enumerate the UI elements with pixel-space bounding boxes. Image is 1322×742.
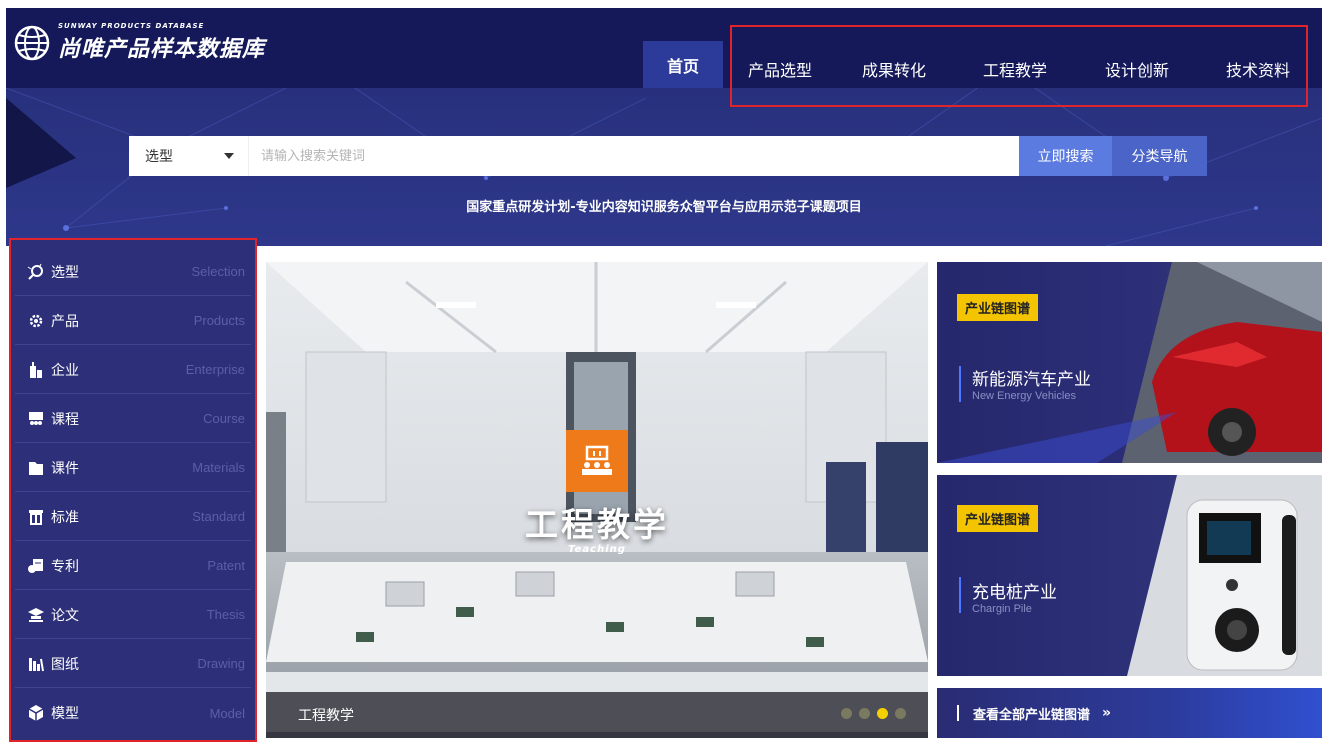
sidebar-item-label: 模型: [51, 706, 79, 722]
drawing-icon: [27, 655, 45, 673]
banner-title: 工程教学: [525, 505, 669, 544]
standard-icon: [27, 508, 45, 526]
sidebar-item-en-label: Enterprise: [185, 362, 245, 377]
logo-title: 尚唯产品样本数据库: [58, 37, 266, 62]
cube-icon: [27, 704, 45, 722]
carousel-dot[interactable]: [859, 708, 870, 719]
sidebar-item-label: 企业: [51, 362, 79, 379]
slogan: 国家重点研发计划-专业内容知识服务众智平台与应用示范子课题项目: [466, 200, 862, 215]
carousel-dot-active[interactable]: [877, 708, 888, 719]
sidebar-item-course[interactable]: 课程 Course: [15, 395, 251, 443]
sidebar-item-standard[interactable]: 标准 Standard: [15, 493, 251, 541]
nav-item-achievements[interactable]: 成果转化: [862, 57, 926, 81]
sidebar-item-en-label: Materials: [192, 460, 245, 475]
logo[interactable]: SUNWAY PRODUCTS DATABASE 尚唯产品样本数据库: [14, 22, 265, 63]
carousel-dot[interactable]: [841, 708, 852, 719]
banner-subtitle: Teaching: [568, 544, 626, 555]
sidebar-item-label: 专利: [51, 558, 79, 575]
sidebar-item-en-label: Selection: [191, 264, 245, 279]
sidebar-item-label: 课程: [51, 411, 79, 428]
card-title: 充电桩产业: [972, 583, 1057, 603]
card-tag: 产业链图谱: [957, 294, 1039, 321]
sidebar-item-selection[interactable]: 选型 Selection: [15, 248, 251, 296]
sidebar-item-label: 标准: [51, 509, 79, 526]
category-nav-button[interactable]: 分类导航: [1112, 136, 1207, 176]
folder-icon: [27, 459, 45, 477]
search-bar: 选型 立即搜索 分类导航: [129, 136, 1207, 176]
gear-icon: [27, 312, 45, 330]
sidebar-item-materials[interactable]: 课件 Materials: [15, 444, 251, 492]
sidebar-item-drawing[interactable]: 图纸 Drawing: [15, 640, 251, 688]
sidebar-item-en-label: Model: [209, 705, 245, 721]
sidebar-item-thesis[interactable]: 论文 Thesis: [15, 591, 251, 639]
search-button[interactable]: 立即搜索: [1019, 136, 1112, 176]
nav-home[interactable]: 首页: [643, 41, 723, 88]
sidebar-item-enterprise[interactable]: 企业 Enterprise: [15, 346, 251, 394]
graduation-icon: [27, 606, 45, 624]
banner-carousel[interactable]: 工程教学 Teaching 工程教学: [266, 262, 928, 738]
nav-item-technical-docs[interactable]: 技术资料: [1226, 57, 1290, 81]
sidebar-item-en-label: Course: [203, 411, 245, 426]
sidebar-item-model[interactable]: 模型 Model: [15, 689, 251, 737]
sidebar-item-en-label: Standard: [192, 509, 245, 524]
main-nav-highlight: 产品选型 成果转化 工程教学 设计创新 技术资料: [730, 25, 1308, 107]
course-icon: [27, 410, 45, 428]
nav-item-product-selection[interactable]: 产品选型: [748, 57, 812, 81]
globe-icon: [14, 25, 50, 60]
industry-card-nev[interactable]: 产业链图谱 新能源汽车产业 New Energy Vehicles: [937, 262, 1322, 463]
sidebar-item-products[interactable]: 产品 Products: [15, 297, 251, 345]
double-chevron-right-icon: »: [1102, 705, 1112, 721]
link-accent-bar: [957, 705, 959, 721]
sidebar-item-en-label: Products: [193, 313, 245, 328]
nav-item-design-innovation[interactable]: 设计创新: [1105, 57, 1169, 81]
view-all-label: 查看全部产业链图谱: [973, 707, 1091, 723]
card-accent-bar: [959, 577, 961, 613]
sidebar-item-label: 论文: [51, 607, 79, 624]
carousel-dot[interactable]: [895, 708, 906, 719]
sidebar-item-en-label: Patent: [207, 558, 245, 573]
nev-image: [937, 262, 1322, 463]
sidebar-item-label: 图纸: [51, 656, 79, 673]
building-icon: [27, 361, 45, 379]
page: SUNWAY PRODUCTS DATABASE 尚唯产品样本数据库 首页 产品…: [6, 8, 1322, 742]
industry-card-charging[interactable]: 产业链图谱 充电桩产业 Chargin Pile: [937, 475, 1322, 676]
sidebar-item-en-label: Thesis: [206, 607, 245, 622]
view-all-industry-chains-link[interactable]: 查看全部产业链图谱 »: [937, 688, 1322, 738]
selection-icon: [27, 263, 45, 281]
category-sidebar: 选型 Selection 产品 Products 企业 Enterprise 课…: [9, 238, 257, 742]
patent-icon: [27, 557, 45, 575]
search-input[interactable]: [249, 136, 1019, 176]
card-accent-bar: [959, 366, 961, 402]
sidebar-item-label: 产品: [51, 313, 79, 330]
sidebar-item-label: 选型: [51, 264, 79, 281]
nav-item-engineering-teaching[interactable]: 工程教学: [983, 57, 1047, 81]
card-en-title: Chargin Pile: [972, 603, 1032, 615]
card-title: 新能源汽车产业: [972, 370, 1091, 390]
carousel-dots: [841, 708, 906, 719]
card-en-title: New Energy Vehicles: [972, 390, 1076, 402]
sidebar-item-en-label: Drawing: [197, 656, 245, 671]
hero-section: SUNWAY PRODUCTS DATABASE 尚唯产品样本数据库 首页 产品…: [6, 8, 1322, 246]
search-type-select[interactable]: 选型: [129, 136, 249, 176]
teaching-icon: [566, 430, 628, 492]
sidebar-item-label: 课件: [51, 460, 79, 477]
search-type-value: 选型: [145, 149, 173, 165]
logo-subtitle: SUNWAY PRODUCTS DATABASE: [58, 22, 205, 30]
card-tag: 产业链图谱: [957, 505, 1039, 532]
caret-down-icon: [224, 153, 234, 159]
sidebar-item-patent[interactable]: 专利 Patent: [15, 542, 251, 590]
banner-caption: 工程教学: [266, 692, 928, 738]
